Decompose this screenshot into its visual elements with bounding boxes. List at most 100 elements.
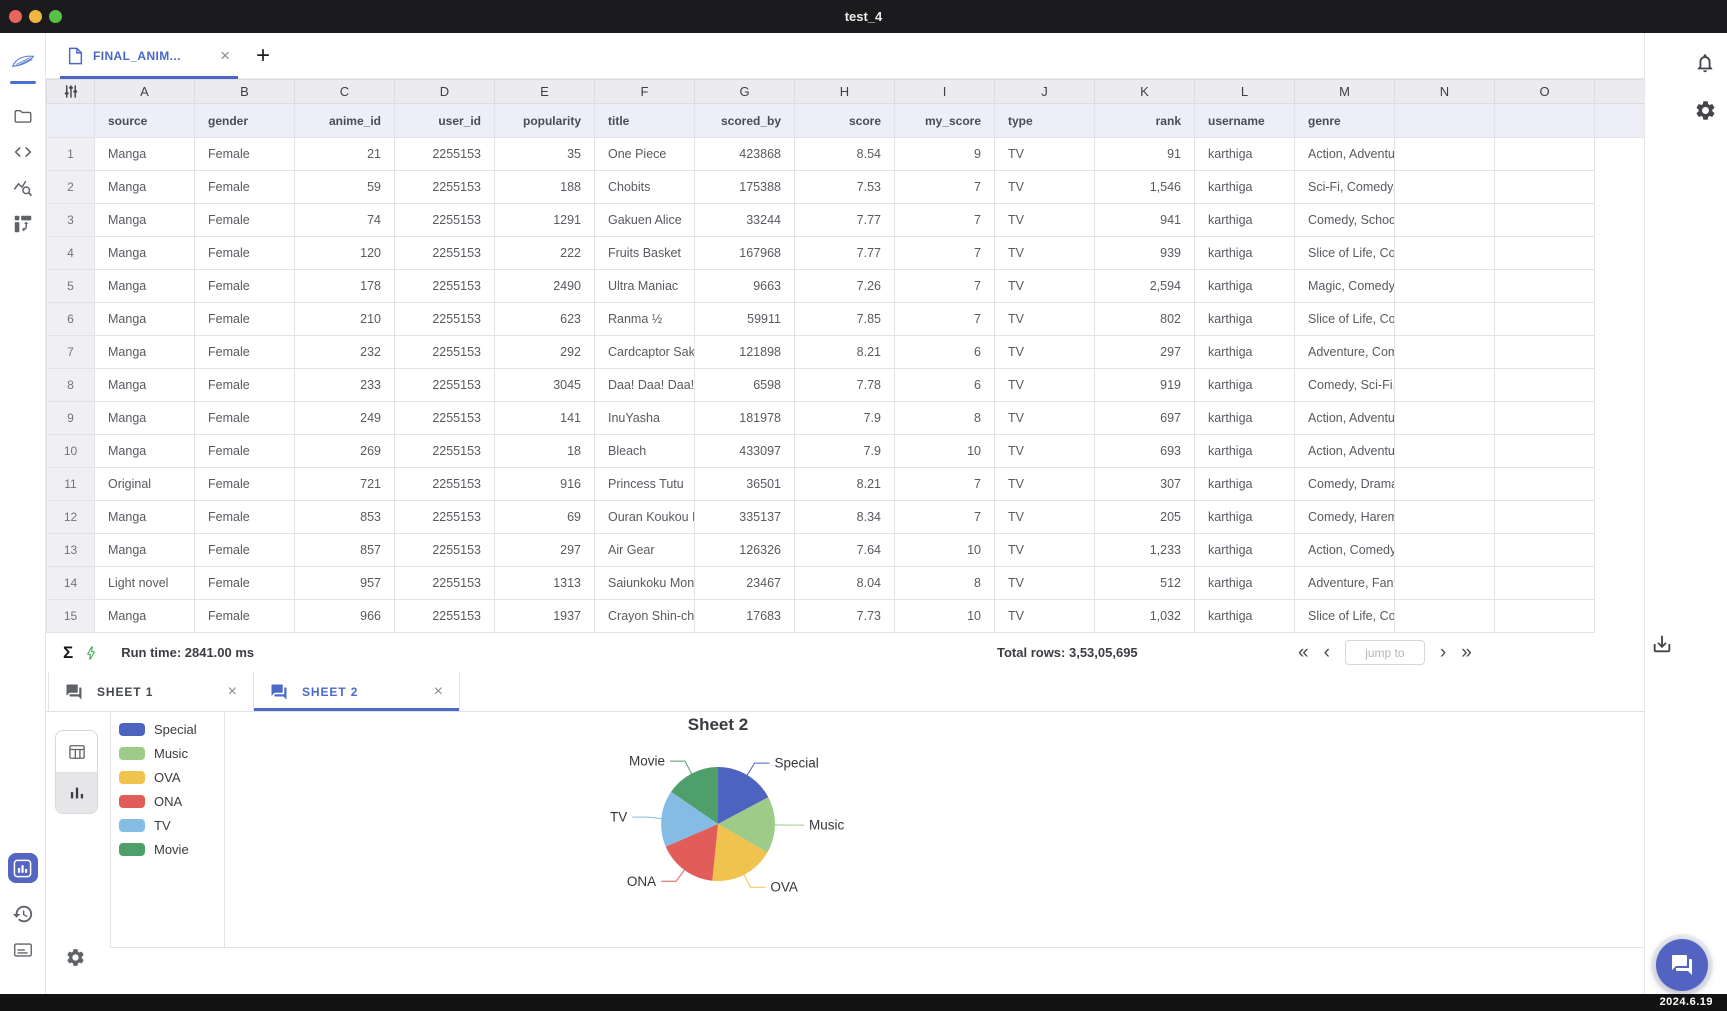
grid-cell[interactable]: Female	[195, 270, 295, 303]
grid-cell[interactable]	[1495, 534, 1595, 567]
grid-cell[interactable]	[1395, 204, 1495, 237]
grid-cell[interactable]: 7	[895, 468, 995, 501]
grid-cell[interactable]: karthiga	[1195, 204, 1295, 237]
column-letter-O[interactable]: O	[1495, 80, 1595, 104]
grid-cell[interactable]: Bleach	[595, 435, 695, 468]
row-number[interactable]: 12	[47, 501, 95, 534]
notifications-bell-icon[interactable]	[1694, 52, 1716, 79]
grid-cell[interactable]	[1395, 138, 1495, 171]
column-letter-A[interactable]: A	[95, 80, 195, 104]
grid-cell[interactable]: 623	[495, 303, 595, 336]
grid-cell[interactable]: 697	[1095, 402, 1195, 435]
grid-cell[interactable]: Magic, Comedy, Ro	[1295, 270, 1395, 303]
grid-cell[interactable]: Manga	[95, 171, 195, 204]
grid-cell[interactable]: Saiunkoku Monoga	[595, 567, 695, 600]
grid-cell[interactable]: 2255153	[395, 336, 495, 369]
grid-cell[interactable]: 6598	[695, 369, 795, 402]
grid-cell[interactable]: Adventure, Comed	[1295, 336, 1395, 369]
grid-cell[interactable]: 916	[495, 468, 595, 501]
table-view-button[interactable]	[56, 731, 97, 772]
grid-cell[interactable]: 2255153	[395, 468, 495, 501]
grid-cell[interactable]: Female	[195, 369, 295, 402]
settings-gear-icon[interactable]	[1694, 99, 1717, 127]
grid-cell[interactable]: TV	[995, 138, 1095, 171]
download-results-icon[interactable]	[1651, 633, 1673, 660]
document-tab-final-anim[interactable]: FINAL_ANIM... ×	[60, 33, 238, 78]
grid-cell[interactable]: 7.64	[795, 534, 895, 567]
grid-cell[interactable]: 141	[495, 402, 595, 435]
column-letter-L[interactable]: L	[1195, 80, 1295, 104]
grid-cell[interactable]	[1495, 567, 1595, 600]
grid-cell[interactable]: TV	[995, 171, 1095, 204]
grid-cell[interactable]: 21	[295, 138, 395, 171]
grid-cell[interactable]: 7	[895, 237, 995, 270]
grid-cell[interactable]: 335137	[695, 501, 795, 534]
grid-cell[interactable]: karthiga	[1195, 435, 1295, 468]
grid-cell[interactable]: 2255153	[395, 204, 495, 237]
grid-cell[interactable]: 919	[1095, 369, 1195, 402]
grid-cell[interactable]: 7.9	[795, 402, 895, 435]
field-header-popularity[interactable]: popularity	[495, 104, 595, 138]
grid-cell[interactable]: 966	[295, 600, 395, 633]
grid-cell[interactable]: 297	[495, 534, 595, 567]
field-header-scored_by[interactable]: scored_by	[695, 104, 795, 138]
grid-cell[interactable]: Manga	[95, 369, 195, 402]
grid-cell[interactable]	[1395, 468, 1495, 501]
grid-cell[interactable]: Female	[195, 567, 295, 600]
grid-cell[interactable]: Chobits	[595, 171, 695, 204]
grid-cell[interactable]: karthiga	[1195, 468, 1295, 501]
grid-cell[interactable]: 2255153	[395, 171, 495, 204]
grid-cell[interactable]: 6	[895, 369, 995, 402]
grid-cell[interactable]: 36501	[695, 468, 795, 501]
row-number[interactable]: 6	[47, 303, 95, 336]
grid-cell[interactable]: karthiga	[1195, 270, 1295, 303]
sigma-aggregate-icon[interactable]: Σ	[63, 643, 73, 663]
grid-cell[interactable]: 857	[295, 534, 395, 567]
grid-cell[interactable]: TV	[995, 435, 1095, 468]
grid-cell[interactable]: Manga	[95, 138, 195, 171]
close-sheet-icon[interactable]: ×	[434, 684, 443, 700]
grid-cell[interactable]: Manga	[95, 336, 195, 369]
grid-cell[interactable]: 210	[295, 303, 395, 336]
grid-cell[interactable]: Sci-Fi, Comedy, Dra	[1295, 171, 1395, 204]
grid-cell[interactable]: Manga	[95, 237, 195, 270]
row-number[interactable]: 9	[47, 402, 95, 435]
grid-cell[interactable]: 7.78	[795, 369, 895, 402]
field-header-rank[interactable]: rank	[1095, 104, 1195, 138]
grid-cell[interactable]: 721	[295, 468, 395, 501]
grid-cell[interactable]: 167968	[695, 237, 795, 270]
grid-cell[interactable]: 307	[1095, 468, 1195, 501]
row-number[interactable]: 7	[47, 336, 95, 369]
grid-cell[interactable]	[1495, 369, 1595, 402]
column-letter-N[interactable]: N	[1395, 80, 1495, 104]
grid-cell[interactable]	[1395, 501, 1495, 534]
jump-to-page-input[interactable]	[1345, 640, 1425, 665]
grid-cell[interactable]: 693	[1095, 435, 1195, 468]
grid-cell[interactable]: Female	[195, 237, 295, 270]
grid-cell[interactable]: 7.77	[795, 237, 895, 270]
grid-cell[interactable]: 232	[295, 336, 395, 369]
grid-cell[interactable]: Slice of Life, Come	[1295, 600, 1395, 633]
grid-cell[interactable]: TV	[995, 204, 1095, 237]
grid-cell[interactable]: 23467	[695, 567, 795, 600]
close-sheet-icon[interactable]: ×	[228, 684, 237, 700]
grid-cell[interactable]: 8.54	[795, 138, 895, 171]
grid-cell[interactable]: Comedy, Sci-Fi, Sh	[1295, 369, 1395, 402]
grid-cell[interactable]	[1495, 204, 1595, 237]
legend-item-music[interactable]: Music	[119, 741, 224, 765]
grid-cell[interactable]	[1495, 435, 1595, 468]
column-letter-M[interactable]: M	[1295, 80, 1395, 104]
field-header-anime_id[interactable]: anime_id	[295, 104, 395, 138]
column-letter-K[interactable]: K	[1095, 80, 1195, 104]
grid-cell[interactable]: karthiga	[1195, 303, 1295, 336]
row-number[interactable]: 2	[47, 171, 95, 204]
grid-cell[interactable]: TV	[995, 501, 1095, 534]
grid-cell[interactable]: 1291	[495, 204, 595, 237]
grid-cell[interactable]: karthiga	[1195, 534, 1295, 567]
grid-cell[interactable]: 178	[295, 270, 395, 303]
grid-cell[interactable]: 957	[295, 567, 395, 600]
grid-cell[interactable]: 2255153	[395, 138, 495, 171]
grid-cell[interactable]: Light novel	[95, 567, 195, 600]
grid-cell[interactable]: Crayon Shin-chan	[595, 600, 695, 633]
grid-cell[interactable]: Action, Adventure,	[1295, 435, 1395, 468]
